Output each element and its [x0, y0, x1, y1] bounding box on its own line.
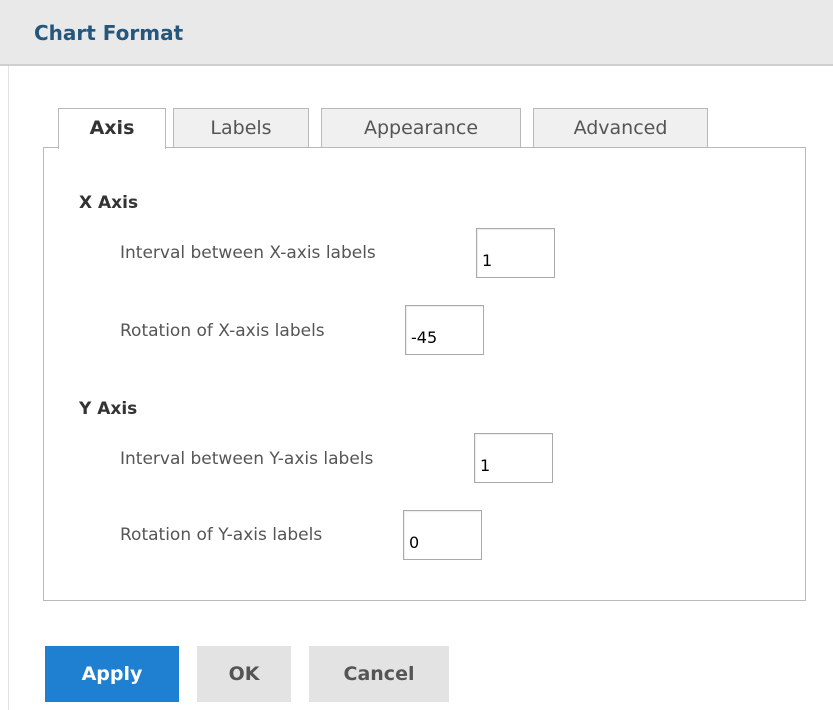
x-axis-section-title: X Axis [79, 193, 139, 213]
tab-labels[interactable]: Labels [173, 108, 309, 148]
y-axis-interval-input[interactable] [474, 433, 553, 483]
x-axis-rotation-input[interactable] [405, 305, 484, 355]
tab-appearance[interactable]: Appearance [321, 108, 521, 148]
dialog-header: Chart Format [0, 0, 833, 66]
apply-button[interactable]: Apply [45, 646, 179, 702]
y-axis-rotation-label: Rotation of Y-axis labels [120, 525, 323, 545]
x-axis-rotation-label: Rotation of X-axis labels [120, 321, 325, 341]
ok-button[interactable]: OK [197, 646, 291, 702]
axis-tab-panel: X Axis Interval between X-axis labels Ro… [43, 147, 806, 601]
dialog-title: Chart Format [34, 21, 184, 45]
x-axis-interval-label: Interval between X-axis labels [120, 243, 376, 263]
dialog-left-border [8, 66, 9, 710]
y-axis-rotation-input[interactable] [403, 510, 482, 560]
tab-advanced[interactable]: Advanced [533, 108, 708, 148]
cancel-button[interactable]: Cancel [309, 646, 449, 702]
tab-axis[interactable]: Axis [58, 108, 166, 149]
x-axis-interval-input[interactable] [476, 228, 555, 278]
y-axis-interval-label: Interval between Y-axis labels [120, 449, 374, 469]
y-axis-section-title: Y Axis [79, 399, 138, 419]
